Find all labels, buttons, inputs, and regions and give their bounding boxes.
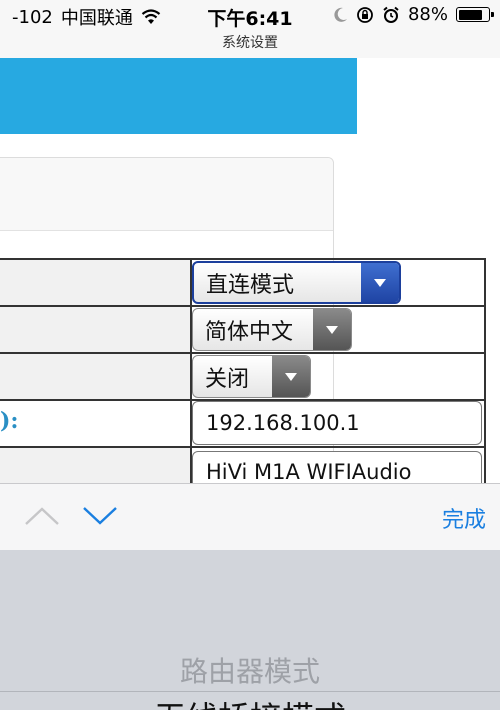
battery-fill [458, 9, 483, 20]
chevron-up-icon [25, 507, 59, 525]
rotation-lock-icon [356, 6, 374, 24]
table-border [0, 258, 486, 260]
toggle-select[interactable]: 关闭 [192, 355, 311, 398]
page: -102 中国联通 下午6:41 系统设置 88%): 直连模式 简体中文 关… [0, 0, 500, 710]
picker-option[interactable]: 路由器模式 [0, 650, 500, 690]
picker-option-selected[interactable]: 无线桥接模式 [0, 693, 500, 710]
label-cell [0, 259, 190, 306]
page-title: 系统设置 [222, 35, 278, 51]
dropdown-arrow-icon [361, 263, 399, 302]
header-banner [0, 58, 357, 134]
label-cell [0, 447, 190, 483]
ip-address-label: ): [0, 408, 19, 434]
done-button[interactable]: 完成 [442, 484, 486, 551]
panel-header [0, 158, 333, 231]
chevron-down-icon [83, 507, 117, 525]
battery-percent: 88% [407, 4, 448, 25]
label-cell [0, 306, 190, 353]
picker-selection-line [0, 691, 500, 692]
device-name-value: HiVi M1A WIFIAudio [206, 460, 412, 484]
connection-mode-select[interactable]: 直连模式 [192, 261, 401, 304]
status-right: 88% [334, 4, 494, 25]
table-border [484, 258, 486, 484]
previous-field-button[interactable] [22, 500, 62, 532]
ip-address-value: 192.168.100.1 [206, 411, 360, 435]
table-border [0, 446, 486, 448]
keyboard-accessory-bar: 完成 [0, 483, 500, 551]
toggle-value: 关闭 [205, 366, 250, 392]
alarm-icon [382, 6, 400, 24]
battery-icon [456, 7, 494, 22]
status-bar: -102 中国联通 下午6:41 系统设置 88% [0, 0, 500, 58]
picker-wheel[interactable]: 路由器模式 无线桥接模式 [0, 550, 500, 710]
label-cell [0, 353, 190, 400]
dropdown-arrow-icon [272, 356, 310, 397]
moon-icon [334, 7, 348, 23]
language-select[interactable]: 简体中文 [192, 308, 352, 351]
dropdown-arrow-icon [313, 309, 351, 350]
table-border [0, 352, 486, 354]
next-field-button[interactable] [80, 500, 120, 532]
table-border [0, 305, 486, 307]
label-cell [0, 400, 190, 447]
ip-address-field[interactable]: 192.168.100.1 [192, 401, 482, 445]
language-value: 简体中文 [205, 319, 294, 345]
connection-mode-value: 直连模式 [206, 272, 295, 298]
